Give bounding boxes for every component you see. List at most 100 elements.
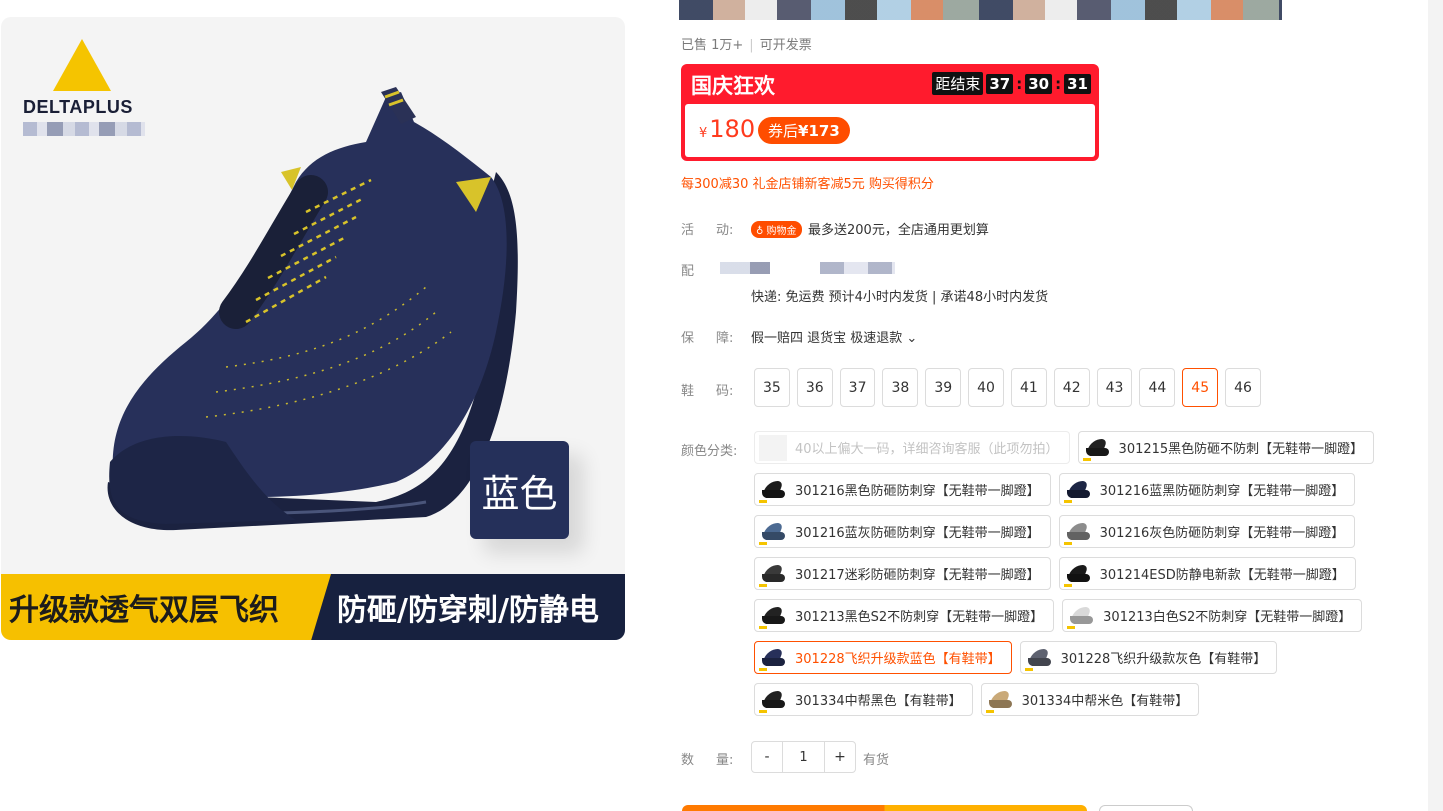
color-row: 40以上偏大一码，详细咨询客服（此项勿拍） 301215黑色防砸不防刺【无鞋带一脚… <box>754 431 1414 464</box>
color-option[interactable]: 301216蓝灰防砸防刺穿【无鞋带一脚蹬】 <box>754 515 1051 548</box>
shoe-thumbnail-icon <box>759 603 787 629</box>
size-option[interactable]: 38 <box>882 368 919 407</box>
size-option[interactable]: 44 <box>1139 368 1176 407</box>
color-option-label: 301228飞织升级款蓝色【有鞋带】 <box>795 652 1001 667</box>
guarantee-link[interactable]: 假一赔四 退货宝 极速退款 ⌄ <box>751 327 917 346</box>
shoe-thumbnail-icon <box>759 434 787 461</box>
size-option[interactable]: 39 <box>925 368 962 407</box>
color-row: 301216蓝灰防砸防刺穿【无鞋带一脚蹬】 301216灰色防砸防刺穿【无鞋带一脚… <box>754 515 1414 548</box>
color-badge: 蓝色 <box>470 441 569 539</box>
color-option-label: 301216灰色防砸防刺穿【无鞋带一脚蹬】 <box>1099 526 1345 541</box>
currency-symbol: ¥ <box>699 126 708 141</box>
activity-label: 活 动: <box>681 219 733 238</box>
banner-right-text: 防砸/防穿刺/防静电 <box>311 574 625 640</box>
color-option[interactable]: 301334中帮米色【有鞋带】 <box>980 683 1200 716</box>
color-option[interactable]: 301217迷彩防砸防刺穿【无鞋带一脚蹬】 <box>754 557 1051 590</box>
shopping-gold-tag: ♁ 购物金 <box>751 221 802 238</box>
shoe-thumbnail-icon <box>985 687 1014 713</box>
size-option[interactable]: 43 <box>1096 368 1133 407</box>
guarantee-text: 假一赔四 退货宝 极速退款 <box>751 331 903 346</box>
shipping-text: 快递: 免运费 预计4小时内发货 | 承诺48小时内发货 <box>751 290 1049 305</box>
quantity-input[interactable]: 1 <box>782 742 825 772</box>
color-option[interactable]: 301334中帮黑色【有鞋带】 <box>754 683 973 716</box>
color-option[interactable]: 301228飞织升级款灰色【有鞋带】 <box>1019 641 1278 674</box>
label-char: 数 <box>681 753 695 768</box>
activity-text: 最多送200元，全店通用更划算 <box>808 223 989 238</box>
color-option-label: 301217迷彩防砸防刺穿【无鞋带一脚蹬】 <box>795 568 1040 583</box>
color-option[interactable]: 301228飞织升级款蓝色【有鞋带】 <box>754 641 1012 674</box>
promo-box: 国庆狂欢 距结束 37 : 30 : 31 ¥180 券后¥173 <box>681 64 1099 161</box>
color-row: 301228飞织升级款蓝色【有鞋带】 301228飞织升级款灰色【有鞋带】 <box>754 641 1414 674</box>
countdown-label: 距结束 <box>932 72 984 95</box>
thumbnail-strip[interactable] <box>679 0 1282 20</box>
label-char: 动: <box>716 223 734 238</box>
invoice-label: 可开发票 <box>759 38 812 53</box>
tag-text: 购物金 <box>766 226 797 237</box>
size-option[interactable]: 41 <box>1010 368 1047 407</box>
price-panel: ¥180 券后¥173 <box>685 104 1095 157</box>
label-char: 活 <box>681 223 695 238</box>
color-option-label: 301213白色S2不防刺穿【无鞋带一脚蹬】 <box>1103 610 1352 625</box>
size-option[interactable]: 36 <box>796 368 833 407</box>
size-label: 鞋 码: <box>681 380 733 399</box>
stock-status: 有货 <box>863 753 890 768</box>
coupon-price: ¥173 <box>798 122 840 140</box>
size-option[interactable]: 37 <box>839 368 876 407</box>
countdown-seconds: 31 <box>1064 73 1091 94</box>
product-main-image[interactable]: DELTAPLUS 蓝色 升级款透气双层飞织 防砸/防穿刺/防静电 <box>1 17 625 640</box>
color-option[interactable]: 40以上偏大一码，详细咨询客服（此项勿拍） <box>754 431 1070 464</box>
size-option[interactable]: 46 <box>1225 368 1261 407</box>
shipping-label: 配 <box>681 264 695 279</box>
shoe-thumbnail-icon <box>759 687 787 713</box>
sold-count: 已售 1万+ <box>681 38 744 53</box>
color-option-label: 301213黑色S2不防刺穿【无鞋带一脚蹬】 <box>795 610 1044 625</box>
shoe-thumbnail-icon <box>759 477 787 503</box>
color-option-label: 301216蓝黑防砸防刺穿【无鞋带一脚蹬】 <box>1099 484 1345 499</box>
quantity-increment-button[interactable]: + <box>825 742 855 772</box>
color-option-label: 40以上偏大一码，详细咨询客服（此项勿拍） <box>795 442 1059 457</box>
size-option[interactable]: 42 <box>1053 368 1090 407</box>
buy-now-button[interactable] <box>682 805 1087 811</box>
shoe-thumbnail-icon <box>1024 645 1053 671</box>
color-option[interactable]: 301216黑色防砸防刺穿【无鞋带一脚蹬】 <box>754 473 1051 506</box>
price: ¥180 <box>699 115 755 143</box>
offer-line[interactable]: 每300减30 礼金店铺新客减5元 购买得积分 <box>681 173 934 192</box>
shipping-destination-blurred[interactable] <box>820 262 895 274</box>
shoe-thumbnail-icon <box>1082 435 1111 461</box>
color-option[interactable]: 301214ESD防静电新款【无鞋带一脚蹬】 <box>1058 557 1356 590</box>
color-option-label: 301334中帮米色【有鞋带】 <box>1021 694 1189 709</box>
color-row: 301216黑色防砸防刺穿【无鞋带一脚蹬】 301216蓝黑防砸防刺穿【无鞋带一脚… <box>754 473 1414 506</box>
color-option-label: 301214ESD防静电新款【无鞋带一脚蹬】 <box>1099 568 1345 583</box>
coupon-label: 券后 <box>768 122 799 140</box>
price-value: 180 <box>709 115 756 143</box>
colon: : <box>1055 74 1062 93</box>
size-option[interactable]: 45 <box>1182 368 1219 407</box>
color-option-label: 301228飞织升级款灰色【有鞋带】 <box>1060 652 1267 667</box>
color-option[interactable]: 301216蓝黑防砸防刺穿【无鞋带一脚蹬】 <box>1058 473 1356 506</box>
add-to-cart-button[interactable] <box>1099 805 1193 811</box>
color-option[interactable]: 301215黑色防砸不防刺【无鞋带一脚蹬】 <box>1077 431 1375 464</box>
size-option[interactable]: 40 <box>968 368 1004 407</box>
shoe-thumbnail-icon <box>1063 561 1092 587</box>
color-option-label: 301216黑色防砸防刺穿【无鞋带一脚蹬】 <box>795 484 1040 499</box>
banner-left-text: 升级款透气双层飞织 <box>1 574 331 640</box>
label-char: 保 <box>681 331 695 346</box>
size-option[interactable]: 35 <box>754 368 790 407</box>
color-option-label: 301334中帮黑色【有鞋带】 <box>795 694 962 709</box>
countdown-hours: 37 <box>986 73 1014 94</box>
feature-banner: 升级款透气双层飞织 防砸/防穿刺/防静电 <box>1 574 625 640</box>
label-char: 鞋 <box>681 384 695 399</box>
color-option[interactable]: 301216灰色防砸防刺穿【无鞋带一脚蹬】 <box>1058 515 1356 548</box>
color-option[interactable]: 301213白色S2不防刺穿【无鞋带一脚蹬】 <box>1062 599 1363 632</box>
color-option-label: 301215黑色防砸不防刺【无鞋带一脚蹬】 <box>1118 442 1364 457</box>
shoe-thumbnail-icon <box>1063 519 1092 545</box>
color-option[interactable]: 301213黑色S2不防刺穿【无鞋带一脚蹬】 <box>754 599 1055 632</box>
coupon-price-badge[interactable]: 券后¥173 <box>758 117 850 144</box>
color-option-label: 301216蓝灰防砸防刺穿【无鞋带一脚蹬】 <box>795 526 1040 541</box>
label-char: 障: <box>716 331 734 346</box>
quantity-label: 数 量: <box>681 749 733 768</box>
scrollbar[interactable] <box>1428 0 1443 811</box>
quantity-decrement-button[interactable]: - <box>752 742 782 772</box>
shoe-thumbnail-icon <box>759 519 787 545</box>
color-options: 40以上偏大一码，详细咨询客服（此项勿拍） 301215黑色防砸不防刺【无鞋带一脚… <box>754 431 1414 725</box>
